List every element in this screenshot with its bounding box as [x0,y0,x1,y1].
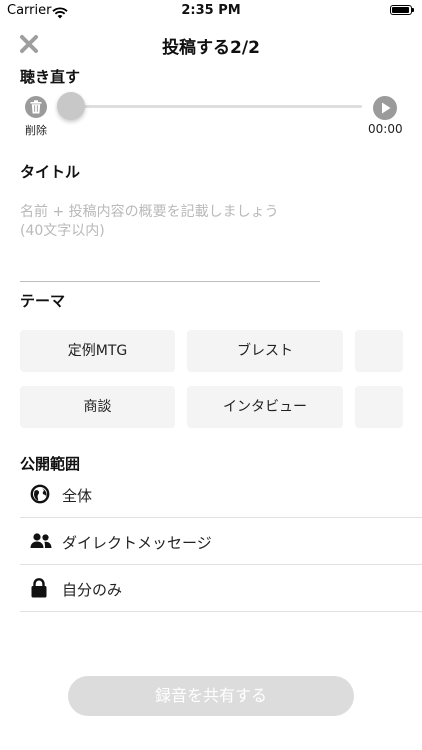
playback-slider-thumb[interactable] [57,92,85,120]
trash-icon [30,100,42,114]
share-recording-button[interactable]: 録音を共有する [68,676,354,716]
status-time: 2:35 PM [181,3,241,18]
page-title: 投稿する2/2 [162,38,260,58]
playback-track[interactable] [72,105,362,108]
lock-icon [30,578,52,598]
theme-chip-interview[interactable]: インタビュー [187,386,343,428]
title-section-label: タイトル [20,163,81,181]
visibility-option-label: ダイレクトメッセージ [62,534,212,552]
play-button[interactable] [373,96,397,120]
delete-recording-button[interactable] [25,96,47,118]
visibility-option-only-me[interactable]: 自分のみ [20,565,422,612]
theme-chip-brainstorm[interactable]: ブレスト [187,330,343,372]
users-icon [30,531,52,551]
globe-icon [30,484,52,504]
duration-label: 00:00 [368,122,403,136]
visibility-option-label: 全体 [62,487,93,505]
theme-chip-teirei-mtg[interactable]: 定例MTG [20,330,175,372]
battery-icon [390,5,414,15]
visibility-option-all[interactable]: 全体 [20,471,422,518]
status-bar: Carrier 2:35 PM [0,0,422,22]
theme-section-label: テーマ [20,292,66,310]
theme-chip-partial[interactable] [355,330,403,372]
visibility-option-label: 自分のみ [62,581,123,599]
play-icon [382,102,391,114]
theme-chip-partial-2[interactable] [355,386,403,428]
theme-chip-negotiation[interactable]: 商談 [20,386,175,428]
visibility-option-direct-message[interactable]: ダイレクトメッセージ [20,518,422,565]
title-input[interactable] [20,203,320,282]
delete-label: 削除 [25,124,47,137]
listen-again-label: 聴き直す [20,68,81,86]
